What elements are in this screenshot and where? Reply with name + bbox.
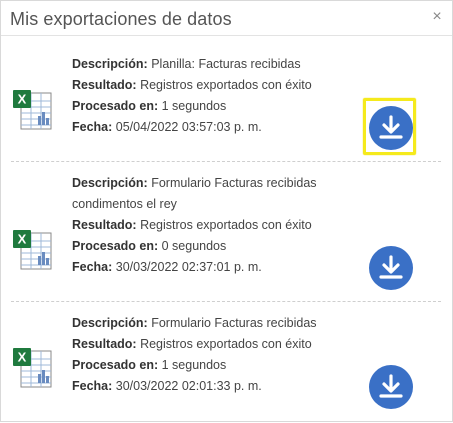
processed-row: Procesado en: 1 segundos: [72, 96, 372, 117]
exports-list: X Descripción: Planilla: Facturas recibi…: [1, 37, 452, 423]
close-icon[interactable]: ×: [430, 9, 444, 25]
result-row: Resultado: Registros exportados con éxit…: [72, 75, 372, 96]
result-value: Registros exportados con éxito: [140, 337, 312, 351]
date-label: Fecha:: [72, 120, 113, 134]
item-divider: [11, 301, 441, 302]
result-value: Registros exportados con éxito: [140, 78, 312, 92]
dialog-title: Mis exportaciones de datos: [10, 9, 232, 29]
processed-label: Procesado en:: [72, 358, 159, 372]
item-divider: [11, 161, 441, 162]
description-row: Descripción: Formulario Facturas recibid…: [72, 173, 352, 215]
excel-file-icon: X: [11, 345, 57, 391]
processed-row: Procesado en: 0 segundos: [72, 236, 352, 257]
processed-label: Procesado en:: [72, 99, 159, 113]
export-details: Descripción: Planilla: Facturas recibida…: [72, 54, 372, 138]
excel-file-icon: X: [11, 87, 57, 133]
svg-text:X: X: [18, 232, 27, 247]
result-value: Registros exportados con éxito: [140, 218, 312, 232]
export-details: Descripción: Formulario Facturas recibid…: [72, 313, 372, 397]
description-value: Planilla: Facturas recibidas: [151, 57, 301, 71]
result-row: Resultado: Registros exportados con éxit…: [72, 215, 352, 236]
download-button[interactable]: [369, 246, 413, 290]
excel-file-icon: X: [11, 227, 57, 273]
processed-value: 1 segundos: [161, 99, 227, 113]
date-label: Fecha:: [72, 379, 113, 393]
processed-value: 0 segundos: [161, 239, 227, 253]
download-icon: [379, 115, 403, 139]
processed-value: 1 segundos: [161, 358, 227, 372]
dialog-header: Mis exportaciones de datos ×: [1, 1, 452, 36]
download-button[interactable]: [369, 365, 413, 409]
description-row: Descripción: Planilla: Facturas recibida…: [72, 54, 372, 75]
export-details: Descripción: Formulario Facturas recibid…: [72, 173, 352, 278]
download-button[interactable]: [369, 106, 413, 150]
processed-label: Procesado en:: [72, 239, 159, 253]
description-label: Descripción:: [72, 176, 148, 190]
exports-dialog: Mis exportaciones de datos × X Descripci…: [0, 0, 453, 422]
description-label: Descripción:: [72, 316, 148, 330]
result-label: Resultado:: [72, 78, 137, 92]
date-row: Fecha: 05/04/2022 03:57:03 p. m.: [72, 117, 372, 138]
date-row: Fecha: 30/03/2022 02:01:33 p. m.: [72, 376, 372, 397]
result-label: Resultado:: [72, 337, 137, 351]
processed-row: Procesado en: 1 segundos: [72, 355, 372, 376]
svg-text:X: X: [18, 350, 27, 365]
description-value: Formulario Facturas recibidas: [151, 316, 317, 330]
description-label: Descripción:: [72, 57, 148, 71]
date-value: 30/03/2022 02:01:33 p. m.: [115, 379, 262, 393]
result-label: Resultado:: [72, 218, 137, 232]
svg-text:X: X: [18, 92, 27, 107]
description-row: Descripción: Formulario Facturas recibid…: [72, 313, 372, 334]
download-icon: [379, 255, 403, 279]
result-row: Resultado: Registros exportados con éxit…: [72, 334, 372, 355]
download-icon: [379, 374, 403, 398]
date-value: 30/03/2022 02:37:01 p. m.: [115, 260, 262, 274]
date-row: Fecha: 30/03/2022 02:37:01 p. m.: [72, 257, 352, 278]
date-value: 05/04/2022 03:57:03 p. m.: [115, 120, 262, 134]
date-label: Fecha:: [72, 260, 113, 274]
